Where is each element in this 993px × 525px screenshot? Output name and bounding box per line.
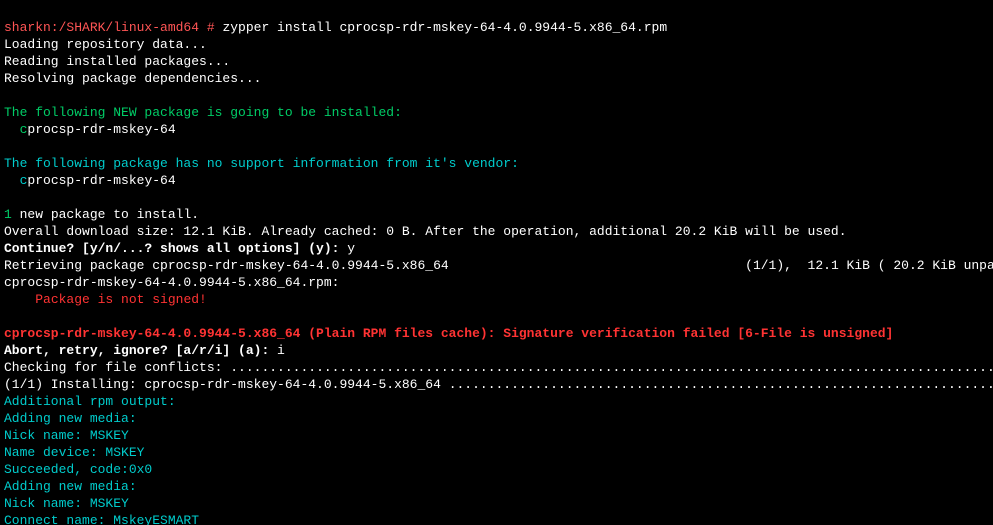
add-media-line: Adding new media: bbox=[4, 479, 137, 494]
nosupport-header: The following package has no support inf… bbox=[4, 156, 519, 171]
add-media-line: Adding new media: bbox=[4, 411, 137, 426]
abort-prompt: Abort, retry, ignore? [a/r/i] (a): bbox=[4, 343, 277, 358]
count-one: 1 bbox=[4, 207, 12, 222]
succeeded-line: Succeeded, code:0x0 bbox=[4, 462, 152, 477]
line-loading: Loading repository data... bbox=[4, 37, 207, 52]
not-signed-indent bbox=[4, 292, 35, 307]
additional-output-header: Additional rpm output: bbox=[4, 394, 176, 409]
pkg-name-rest: procsp-rdr-mskey-64 bbox=[27, 122, 175, 137]
not-signed-warning: Package is not signed! bbox=[35, 292, 207, 307]
shell-command: zypper install cprocsp-rdr-mskey-64-4.0.… bbox=[215, 20, 667, 35]
signature-fail-line: cprocsp-rdr-mskey-64-4.0.9944-5.x86_64 (… bbox=[4, 326, 893, 341]
abort-answer: i bbox=[277, 343, 285, 358]
installing-line: (1/1) Installing: cprocsp-rdr-mskey-64-4… bbox=[4, 377, 993, 392]
continue-answer: y bbox=[347, 241, 355, 256]
overall-size: Overall download size: 12.1 KiB. Already… bbox=[4, 224, 847, 239]
pkg-indent bbox=[4, 122, 20, 137]
shell-prompt: sharkn:/SHARK/linux-amd64 # bbox=[4, 20, 215, 35]
pkg-indent bbox=[4, 173, 20, 188]
line-resolving: Resolving package dependencies... bbox=[4, 71, 261, 86]
count-rest: new package to install. bbox=[12, 207, 199, 222]
name-device-line: Name device: MSKEY bbox=[4, 445, 144, 460]
nick-name-line: Nick name: MSKEY bbox=[4, 428, 129, 443]
pkg-name-rest: procsp-rdr-mskey-64 bbox=[27, 173, 175, 188]
continue-prompt: Continue? [y/n/...? shows all options] (… bbox=[4, 241, 347, 256]
connect-name-line: Connect name: MskeyESMART bbox=[4, 513, 199, 525]
nick-name-line: Nick name: MSKEY bbox=[4, 496, 129, 511]
new-pkg-header: The following NEW package is going to be… bbox=[4, 105, 402, 120]
rpm-name-line: cprocsp-rdr-mskey-64-4.0.9944-5.x86_64.r… bbox=[4, 275, 339, 290]
terminal-output[interactable]: sharkn:/SHARK/linux-amd64 # zypper insta… bbox=[0, 0, 993, 525]
retrieve-line: Retrieving package cprocsp-rdr-mskey-64-… bbox=[4, 258, 993, 273]
line-reading: Reading installed packages... bbox=[4, 54, 230, 69]
check-conflicts-line: Checking for file conflicts: ...........… bbox=[4, 360, 993, 375]
